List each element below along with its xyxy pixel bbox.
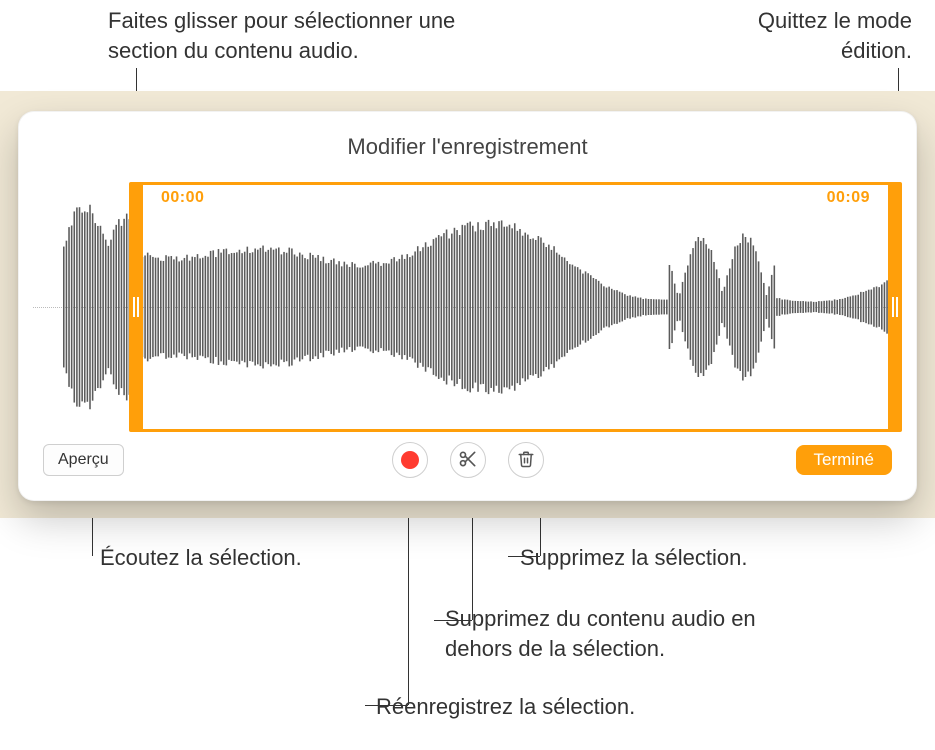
callout-listen: Écoutez la sélection. bbox=[100, 543, 302, 573]
callout-drag-select: Faites glisser pour sélectionner une sec… bbox=[108, 6, 468, 65]
toolbar: Aperçu bbox=[19, 442, 916, 478]
callout-rerecord: Réenregistrez la sélection. bbox=[376, 692, 635, 722]
trim-button[interactable] bbox=[450, 442, 486, 478]
edit-recording-panel: Modifier l'enregistrement 00:00 00:09 Ap… bbox=[18, 111, 917, 501]
selection-end-time: 00:09 bbox=[827, 189, 870, 207]
scissors-icon bbox=[458, 449, 478, 472]
callout-leader bbox=[508, 556, 540, 557]
done-button[interactable]: Terminé bbox=[796, 445, 892, 475]
callout-delete-selection: Supprimez la sélection. bbox=[520, 543, 747, 573]
callout-leader bbox=[365, 705, 408, 706]
delete-button[interactable] bbox=[508, 442, 544, 478]
trash-icon bbox=[517, 449, 535, 472]
waveform-area[interactable]: 00:00 00:09 bbox=[33, 182, 902, 432]
callout-exit-edit: Quittez le mode édition. bbox=[702, 6, 912, 65]
record-icon bbox=[401, 451, 419, 469]
selection-rect[interactable]: 00:00 00:09 bbox=[129, 182, 902, 432]
selection-start-time: 00:00 bbox=[161, 189, 204, 207]
callout-leader bbox=[434, 620, 472, 621]
callout-leader bbox=[408, 490, 409, 705]
callout-delete-outside: Supprimez du contenu audio en dehors de … bbox=[445, 604, 805, 663]
panel-title: Modifier l'enregistrement bbox=[19, 134, 916, 160]
toolbar-center bbox=[392, 442, 544, 478]
record-button[interactable] bbox=[392, 442, 428, 478]
preview-button[interactable]: Aperçu bbox=[43, 444, 124, 476]
